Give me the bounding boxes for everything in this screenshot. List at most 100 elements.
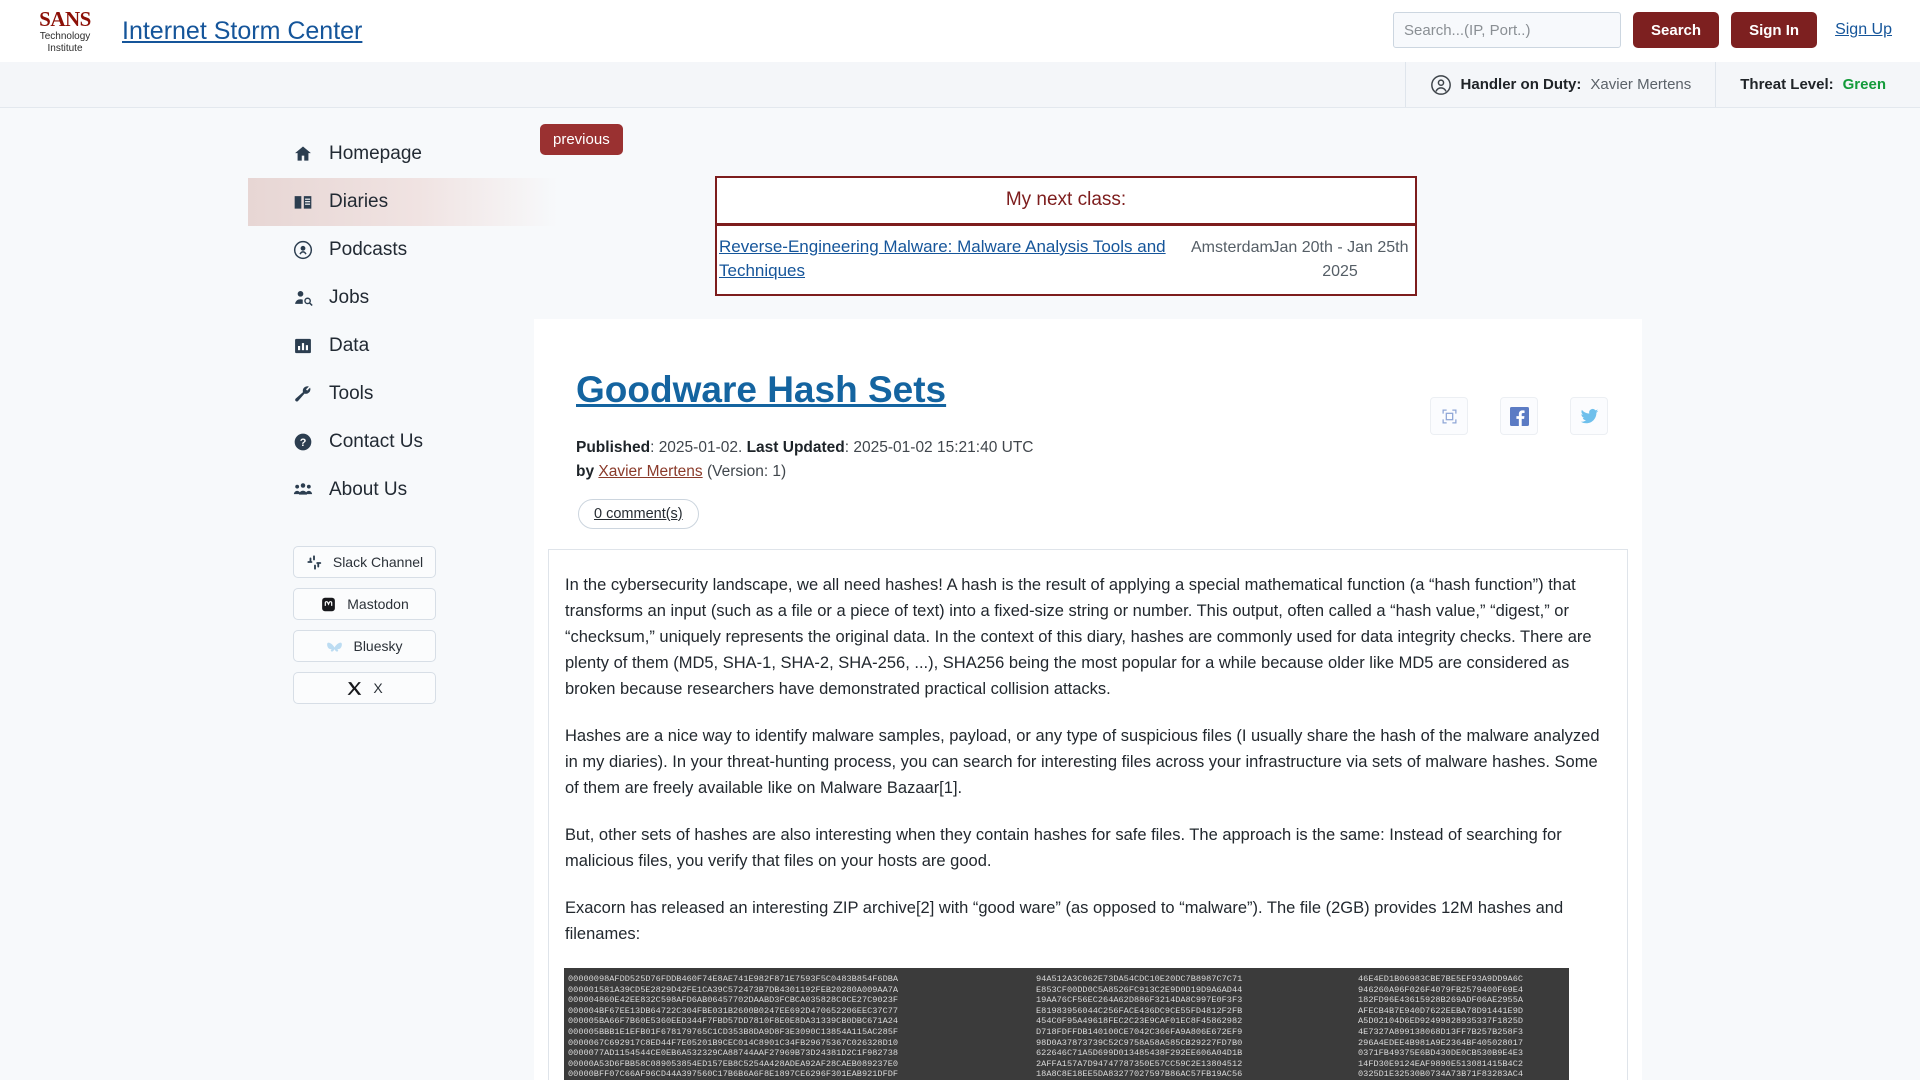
md5-cell: 4E7327A899138068D13FF7B257B258F3 xyxy=(1358,1026,1524,1037)
article-paragraph-1: In the cybersecurity landscape, we all n… xyxy=(565,576,1592,698)
md5-cell: AFECB4B7E940D7622EEBA78D91441E9D xyxy=(1358,1005,1524,1016)
article-author-link[interactable]: Xavier Mertens xyxy=(598,463,702,480)
social-label: Mastodon xyxy=(347,596,409,612)
md5-cell: 296A4EDEE4B981A9E2364BF405028017 xyxy=(1358,1037,1524,1048)
page-body: Homepage Diaries Podcasts Jobs Data Tool… xyxy=(0,108,1920,1080)
sidebar-item-label: About Us xyxy=(329,479,408,500)
sha1-cell: 2AFFA157A7D94747787350E57CC59C2E13804512 xyxy=(1036,1058,1243,1069)
sign-up-link[interactable]: Sign Up xyxy=(1829,21,1898,39)
sha256-cell: 00000098AFDD525D76FDDB460F74E8AE741E982F… xyxy=(568,974,899,984)
md5-cell: 14FD30E9124EAF9890E513081415B4C2 xyxy=(1358,1058,1524,1069)
code-row: 0000077AD1154544CE0EB6A532329CA88744AAF2… xyxy=(568,1048,1565,1059)
question-circle-icon: ? xyxy=(294,433,312,451)
previous-button[interactable]: previous xyxy=(540,124,623,155)
sidebar-item-data[interactable]: Data xyxy=(248,322,558,370)
facebook-share-button[interactable] xyxy=(1500,397,1538,435)
code-row: 000004860E42EE832C598AFD6AB06457702DAABD… xyxy=(568,995,1565,1006)
sidebar-item-label: Data xyxy=(329,335,370,356)
article-version: (Version: 1) xyxy=(706,463,787,480)
sidebar-item-diaries[interactable]: Diaries xyxy=(248,178,558,226)
published-label: Published xyxy=(576,439,651,456)
article-author-line: by Xavier Mertens (Version: 1) xyxy=(576,460,1642,484)
twitter-share-button[interactable] xyxy=(1570,397,1608,435)
sidebar-item-label: Homepage xyxy=(329,143,422,164)
twitter-icon xyxy=(1580,408,1598,423)
podcast-icon xyxy=(293,240,313,260)
mastodon-button[interactable]: Mastodon xyxy=(293,588,436,620)
md5-cell: 946260A96F026F4079FB2579400F69E4 xyxy=(1358,984,1524,995)
x-icon xyxy=(347,681,362,695)
sha1-cell: 94A512A3C062E73DA54CDC10E20DC7B8987C7C71 xyxy=(1036,974,1243,984)
sidebar-item-jobs[interactable]: Jobs xyxy=(248,274,558,322)
social-label: Slack Channel xyxy=(332,554,424,570)
logo-sub-line-1: Technology xyxy=(39,30,91,42)
mastodon-icon xyxy=(322,597,336,611)
next-class-location: Amsterdam xyxy=(1191,239,1273,256)
sidebar-nav: Homepage Diaries Podcasts Jobs Data Tool… xyxy=(248,130,558,514)
by-label: by xyxy=(576,463,595,480)
svg-text:?: ? xyxy=(300,437,307,449)
sans-logo-icon[interactable]: SANS Technology Institute xyxy=(34,3,96,59)
article-meta: Published: 2025-01-02. Last Updated: 202… xyxy=(576,436,1642,484)
sidebar-item-contact-us[interactable]: ? Contact Us xyxy=(248,418,558,466)
article-title-link[interactable]: Goodware Hash Sets xyxy=(576,369,946,411)
sidebar-item-label: Jobs xyxy=(329,287,370,308)
fullscreen-share-button[interactable] xyxy=(1430,397,1468,435)
md5-cell: A5D02104D6ED92499828935337F1825D xyxy=(1358,1016,1524,1027)
next-class-box: My next class: Reverse-Engineering Malwa… xyxy=(715,176,1417,296)
sidebar: Homepage Diaries Podcasts Jobs Data Tool… xyxy=(0,108,558,1080)
bluesky-button[interactable]: Bluesky xyxy=(293,630,436,662)
next-class-row: Reverse-Engineering Malware: Malware Ana… xyxy=(717,226,1415,294)
threat-level-cell[interactable]: Threat Level: Green xyxy=(1715,62,1920,107)
threat-level-label: Threat Level: xyxy=(1740,76,1834,93)
sha256-cell: 000005BA66F7B60E5360EED344F7FBD57DD7810F… xyxy=(568,1016,899,1027)
md5-cell: 0371FB49375E6BD430DE0CB530B9E4E3 xyxy=(1358,1048,1524,1059)
search-button[interactable]: Search xyxy=(1633,12,1720,48)
code-row: 0000067C692917C8ED44F7E05201B9CEC014C890… xyxy=(568,1038,1565,1049)
sidebar-item-label: Podcasts xyxy=(329,239,408,260)
sidebar-item-label: Tools xyxy=(329,383,374,404)
home-icon xyxy=(295,146,311,161)
code-row: 000005BBB1E1EFB01F678179765C1CD353B8DA9D… xyxy=(568,1027,1565,1038)
user-circle-icon xyxy=(1430,74,1451,95)
sha1-cell: E853CF00DD0C5A8526FC913C2E9D0D19D9A6AD44 xyxy=(1036,984,1243,995)
fullscreen-icon xyxy=(1441,408,1457,424)
logo-sub-line-2: Institute xyxy=(47,42,83,54)
sha1-cell: 622646C71A5D699D013485438F292EE606A04D1B xyxy=(1036,1048,1243,1059)
sidebar-item-label: Contact Us xyxy=(329,431,423,452)
code-row: 00000098AFDD525D76FDDB460F74E8AE741E982F… xyxy=(568,974,1565,985)
sidebar-item-label: Diaries xyxy=(329,191,389,212)
sha1-cell: 98D0A37873739C52C9758A58A585CB29227FD7B0 xyxy=(1036,1037,1243,1048)
code-row: 00000BFF07C66AF96CD44A397560C17B6B6A6F8E… xyxy=(568,1069,1565,1080)
published-value: : 2025-01-02. xyxy=(650,439,747,456)
comments-button[interactable]: 0 comment(s) xyxy=(578,499,699,529)
md5-cell: 182FD96E43615928B269ADF06AE2955A xyxy=(1358,995,1524,1006)
hash-listing-code-block: 00000098AFDD525D76FDDB460F74E8AE741E982F… xyxy=(564,968,1569,1080)
sha256-cell: 0000067C692917C8ED44F7E05201B9CEC014C890… xyxy=(568,1037,899,1048)
search-input[interactable] xyxy=(1393,12,1622,48)
md5-cell: 0325D1E32530B0734A73B71F83283AC4 xyxy=(1358,1069,1524,1080)
social-label: Bluesky xyxy=(353,638,403,654)
user-search-icon xyxy=(295,291,313,307)
article-paragraph-2: Hashes are a nice way to identify malwar… xyxy=(563,723,1613,801)
slack-icon xyxy=(307,554,322,570)
sidebar-item-about-us[interactable]: About Us xyxy=(248,466,558,514)
article-dates-line: Published: 2025-01-02. Last Updated: 202… xyxy=(576,436,1642,460)
slack-channel-button[interactable]: Slack Channel xyxy=(293,546,436,578)
site-title-link[interactable]: Internet Storm Center xyxy=(122,17,362,46)
sha1-cell: D718FDFFDB140100CE7042C366FA9A806E672EF9 xyxy=(1036,1026,1243,1037)
sign-in-button[interactable]: Sign In xyxy=(1731,12,1818,48)
header-actions: Search Sign In Sign Up xyxy=(1393,12,1898,48)
code-row: 000004BF67EE13DB64722C304FBE031B2600B024… xyxy=(568,1006,1565,1017)
brand[interactable]: SANS Technology Institute Internet Storm… xyxy=(0,3,362,59)
sha256-cell: 000004860E42EE832C598AFD6AB06457702DAABD… xyxy=(568,995,899,1006)
next-class-course-link[interactable]: Reverse-Engineering Malware: Malware Ana… xyxy=(717,226,1191,294)
sidebar-item-tools[interactable]: Tools xyxy=(248,370,558,418)
handler-on-duty-cell[interactable]: Handler on Duty: Xavier Mertens xyxy=(1404,62,1716,107)
x-button[interactable]: X xyxy=(293,672,436,704)
sidebar-item-podcasts[interactable]: Podcasts xyxy=(248,226,558,274)
updated-label: Last Updated xyxy=(746,439,845,456)
code-row: 000001581A39CD5E2829D42FE1CA39C572473B7D… xyxy=(568,985,1565,996)
sidebar-item-homepage[interactable]: Homepage xyxy=(248,130,558,178)
social-links: Slack Channel Mastodon Bluesky X xyxy=(293,546,436,704)
